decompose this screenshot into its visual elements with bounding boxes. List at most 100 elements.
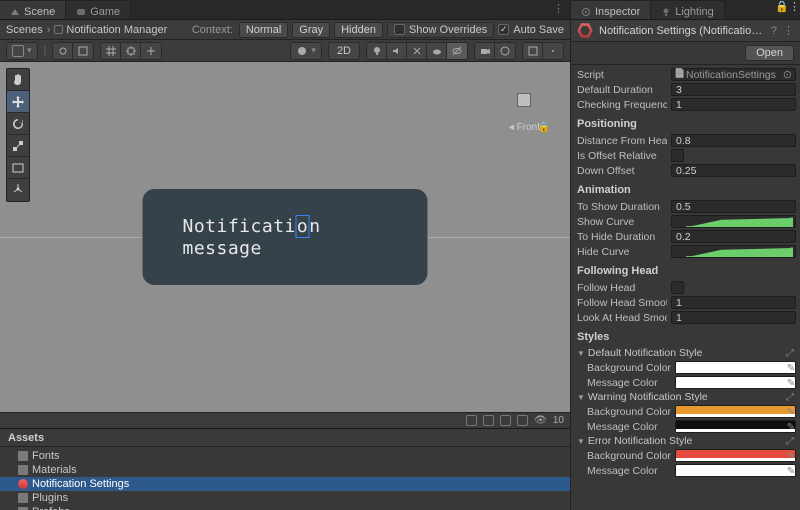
breadcrumb-item[interactable]: Notification Manager — [54, 24, 167, 36]
follow-head-label: Follow Head — [577, 282, 667, 294]
show-overrides-toggle[interactable]: Show Overrides — [387, 22, 494, 38]
context-gray-button[interactable]: Gray — [292, 22, 330, 38]
positioning-header: Positioning — [575, 118, 796, 133]
chevron-down-icon: ▾ — [27, 45, 32, 56]
transform-tool[interactable] — [7, 179, 29, 201]
lighting-toggle[interactable] — [367, 43, 387, 59]
chevron-down-icon: ▾ — [311, 45, 316, 56]
style-default-header[interactable]: ▼Default Notification Style⤢ — [575, 346, 796, 360]
snap-icon — [125, 45, 137, 57]
assets-header[interactable]: Assets — [0, 429, 570, 447]
hand-tool[interactable] — [7, 69, 29, 91]
camera-gizmo-button[interactable] — [475, 43, 495, 59]
notification-preview: Notification message — [143, 189, 428, 285]
axis-x-icon — [538, 95, 548, 105]
audio-icon — [391, 45, 403, 57]
context-hidden-button[interactable]: Hidden — [334, 22, 383, 38]
popout-icon[interactable]: ⤢ — [784, 436, 796, 447]
style-warning-header[interactable]: ▼Warning Notification Style⤢ — [575, 390, 796, 404]
tab-inspector[interactable]: Inspector — [571, 0, 651, 19]
footer-pencil-icon[interactable] — [483, 415, 494, 426]
default-msgcolor-field[interactable]: ✎ — [675, 376, 796, 389]
overlay-menu-button[interactable] — [523, 43, 543, 59]
footer-star-icon[interactable] — [500, 415, 511, 426]
help-icon[interactable]: ? — [771, 25, 777, 37]
project-panel: Assets FontsMaterialsNotification Settin… — [0, 428, 570, 510]
error-msgcolor-field[interactable]: ✎ — [675, 464, 796, 477]
auto-save-checkbox[interactable] — [498, 24, 509, 35]
pivot-center-button[interactable] — [53, 43, 73, 59]
is-offset-checkbox[interactable] — [671, 149, 684, 162]
inspector-tab-menu[interactable]: ⋮ — [789, 0, 800, 19]
folder-item[interactable]: Plugins — [0, 491, 570, 505]
notification-text-before: Notificati — [183, 216, 296, 237]
checking-frequency-field[interactable]: 1 — [671, 98, 796, 111]
snap-increment-button[interactable] — [141, 43, 161, 59]
hidden-toggle[interactable] — [447, 43, 467, 59]
fx-icon — [411, 45, 423, 57]
show-curve-label: Show Curve — [577, 216, 667, 228]
to-hide-duration-label: To Hide Duration — [577, 231, 667, 243]
draw-mode-dropdown[interactable]: ▾ — [290, 42, 322, 60]
show-curve-field[interactable]: ⤢ — [671, 215, 796, 228]
mode-2d-toggle[interactable]: 2D — [328, 42, 360, 60]
default-bgcolor-field[interactable]: ✎ — [675, 361, 796, 374]
scene-tab-menu[interactable]: ⋮ — [547, 0, 570, 19]
style-error-header[interactable]: ▼Error Notification Style⤢ — [575, 434, 796, 448]
look-smooth-field[interactable]: 1 — [671, 311, 796, 324]
snap-button[interactable] — [121, 43, 141, 59]
down-offset-field[interactable]: 0.25 — [671, 164, 796, 177]
fx-toggle[interactable] — [407, 43, 427, 59]
item-label: Notification Settings — [32, 478, 129, 490]
preset-icon[interactable]: ⋮ — [783, 24, 794, 37]
rect-tool[interactable] — [7, 157, 29, 179]
text-cursor: o — [296, 215, 309, 238]
script-field[interactable]: NotificationSettings — [671, 68, 796, 81]
scene-viewport[interactable]: ◂ Front 🔒 Notification message — [0, 62, 570, 412]
prefab-icon — [54, 25, 63, 34]
tab-game[interactable]: Game — [66, 0, 131, 19]
grid-toggle-button[interactable] — [101, 43, 121, 59]
error-bgcolor-field[interactable]: ✎ — [675, 449, 796, 462]
tab-scene[interactable]: Scene — [0, 0, 66, 19]
eye-off-icon — [451, 45, 463, 57]
hide-curve-field[interactable]: ⤢ — [671, 245, 796, 258]
pivot-local-button[interactable] — [73, 43, 93, 59]
overlay-extra-button[interactable] — [543, 43, 563, 59]
footer-draw-icon[interactable] — [466, 415, 477, 426]
tab-lighting[interactable]: Lighting — [651, 0, 725, 19]
popout-icon[interactable]: ⤢ — [784, 348, 796, 359]
rotate-tool[interactable] — [7, 113, 29, 135]
distance-field[interactable]: 0.8 — [671, 134, 796, 147]
to-hide-duration-field[interactable]: 0.2 — [671, 230, 796, 243]
folder-item[interactable]: Fonts — [0, 449, 570, 463]
popout-icon[interactable]: ⤢ — [784, 392, 796, 403]
default-duration-field[interactable]: 3 — [671, 83, 796, 96]
warning-bgcolor-field[interactable]: ✎ — [675, 405, 796, 418]
footer-refresh-icon[interactable] — [517, 415, 528, 426]
script-label: Script — [577, 69, 667, 81]
audio-toggle[interactable] — [387, 43, 407, 59]
move-tool[interactable] — [7, 91, 29, 113]
follow-head-checkbox[interactable] — [671, 281, 684, 294]
look-smooth-label: Look At Head Smooth — [577, 312, 667, 324]
show-overrides-label: Show Overrides — [409, 24, 487, 36]
scale-tool[interactable] — [7, 135, 29, 157]
inspector-lock-icon[interactable]: 🔒 — [775, 0, 789, 19]
skybox-toggle[interactable] — [427, 43, 447, 59]
pivot-toggle-group — [52, 42, 94, 60]
follow-smooth-field[interactable]: 1 — [671, 296, 796, 309]
tool-handle-dropdown[interactable]: ▾ — [6, 42, 38, 60]
orientation-gizmo[interactable] — [498, 74, 548, 124]
folder-item[interactable]: Materials — [0, 463, 570, 477]
grid-icon — [105, 45, 117, 57]
breadcrumb-root[interactable]: Scenes — [6, 24, 43, 36]
asset-item[interactable]: Notification Settings — [0, 477, 570, 491]
orientation-lock-icon[interactable]: 🔒 — [538, 122, 550, 133]
to-show-duration-field[interactable]: 0.5 — [671, 200, 796, 213]
context-normal-button[interactable]: Normal — [239, 22, 288, 38]
gizmos-dropdown[interactable] — [495, 43, 515, 59]
open-button[interactable]: Open — [745, 45, 794, 61]
folder-item[interactable]: Prefabs — [0, 505, 570, 510]
warning-msgcolor-field[interactable]: ✎ — [675, 420, 796, 433]
